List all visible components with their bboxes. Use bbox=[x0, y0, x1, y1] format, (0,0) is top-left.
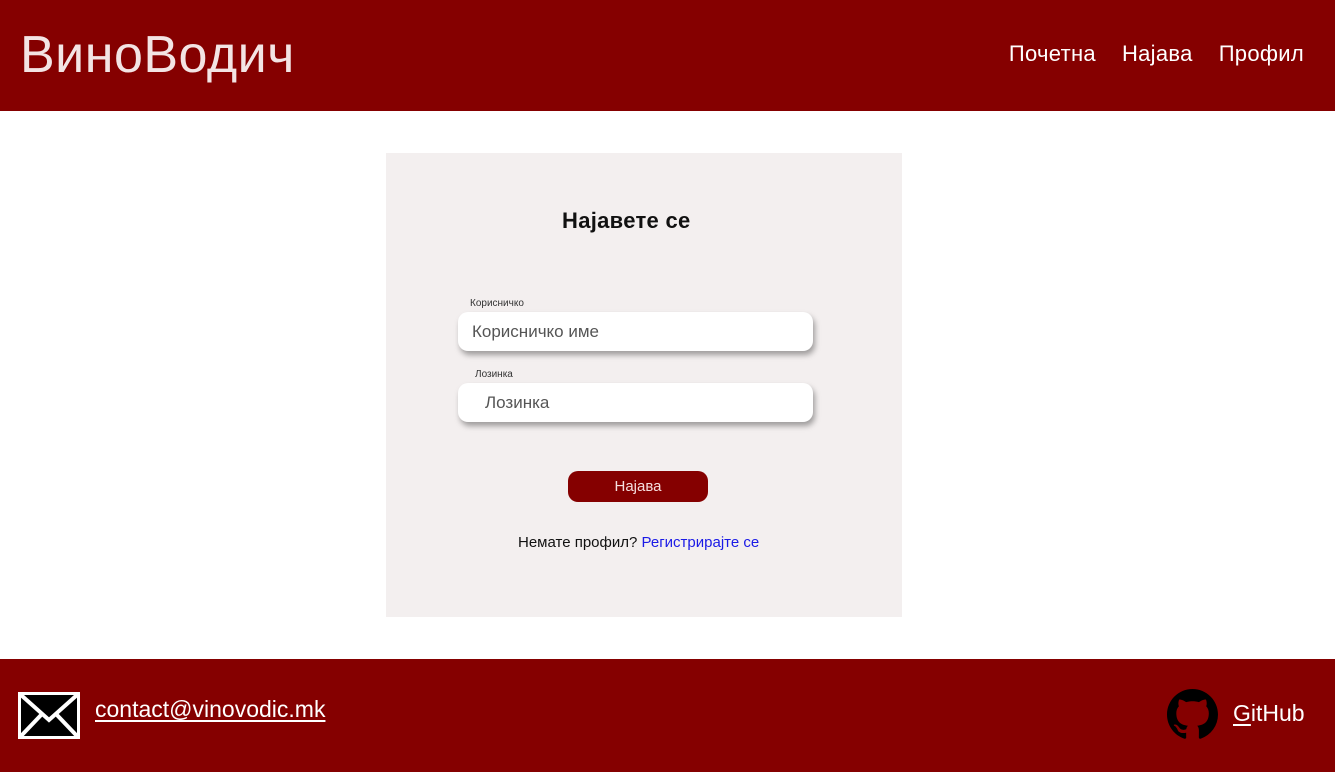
github-link-first-letter: G bbox=[1233, 700, 1251, 726]
password-input[interactable] bbox=[458, 383, 813, 422]
register-link[interactable]: Регистрирајте се bbox=[642, 534, 760, 551]
nav-login-link[interactable]: Најава bbox=[1122, 40, 1193, 68]
nav-profile-link[interactable]: Профил bbox=[1219, 40, 1304, 68]
site-header: ВиноВодич Почетна Најава Профил bbox=[0, 0, 1335, 111]
github-link[interactable]: GitHub bbox=[1233, 698, 1305, 728]
nav-home-link[interactable]: Почетна bbox=[1009, 40, 1096, 68]
site-footer: contact@vinovodic.mk GitHub bbox=[0, 659, 1335, 772]
github-icon[interactable] bbox=[1167, 689, 1218, 740]
brand-logo-link[interactable]: ВиноВодич bbox=[20, 24, 295, 86]
login-card: Најавете се Корисничко име Лозинка Најав… bbox=[386, 153, 902, 617]
username-input[interactable] bbox=[458, 312, 813, 351]
contact-email-link[interactable]: contact@vinovodic.mk bbox=[95, 694, 325, 724]
no-account-text: Немате профил? bbox=[518, 534, 638, 551]
github-link-rest: itHub bbox=[1250, 700, 1305, 726]
login-submit-button[interactable]: Најава bbox=[568, 471, 708, 502]
password-label: Лозинка bbox=[475, 369, 513, 380]
main-nav: Почетна Најава Профил bbox=[1009, 40, 1304, 68]
envelope-icon bbox=[18, 692, 80, 739]
login-title: Најавете се bbox=[562, 208, 691, 233]
